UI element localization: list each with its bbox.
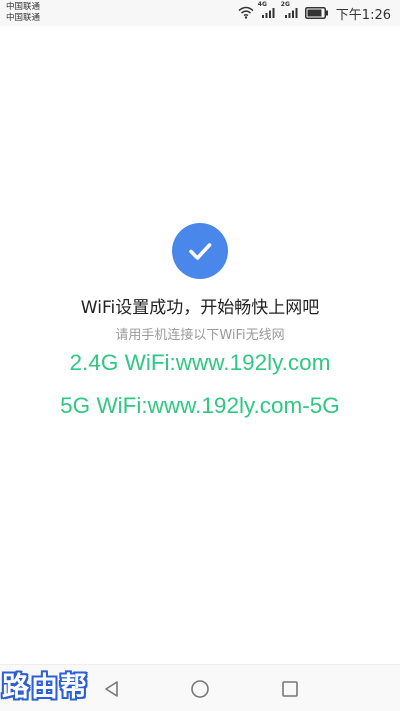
- wifi-icon: [238, 4, 254, 23]
- status-clock: 下午1:26: [335, 7, 391, 23]
- status-bar: 中国联通 中国联通 4G 2G 下午1:26: [0, 0, 400, 26]
- status-icons: 4G 2G 下午1:26: [238, 0, 391, 23]
- home-button[interactable]: [188, 677, 212, 701]
- home-circle-icon: [191, 680, 209, 698]
- carrier-label-1: 中国联通: [6, 2, 41, 12]
- signal-icon-sim1: 4G: [257, 0, 277, 23]
- screen: 中国联通 中国联通 4G 2G 下午1:26 WiFi设置成功，开始畅快上网吧 …: [0, 0, 400, 711]
- success-title: WiFi设置成功，开始畅快上网吧: [80, 298, 320, 318]
- signal-icon-sim2: 2G: [280, 0, 300, 23]
- back-triangle-icon: [105, 681, 118, 697]
- network-type-label-2: 2G: [280, 0, 290, 8]
- carrier-info: 中国联通 中国联通: [6, 2, 40, 23]
- wifi-5g-name: 5G WiFi:www.192ly.com-5G: [60, 393, 340, 418]
- recent-apps-button[interactable]: [278, 677, 302, 701]
- watermark-logo: 路由帮: [2, 672, 89, 703]
- check-icon: [189, 243, 212, 260]
- recent-square-icon: [282, 681, 298, 697]
- network-type-label-1: 4G: [257, 0, 267, 8]
- carrier-label-2: 中国联通: [6, 12, 41, 23]
- connect-hint: 请用手机连接以下WiFi无线网: [115, 328, 285, 343]
- success-badge: [172, 223, 228, 279]
- battery-icon: [304, 4, 329, 23]
- wifi-24g-name: 2.4G WiFi:www.192ly.com: [69, 350, 331, 375]
- back-button[interactable]: [100, 677, 124, 701]
